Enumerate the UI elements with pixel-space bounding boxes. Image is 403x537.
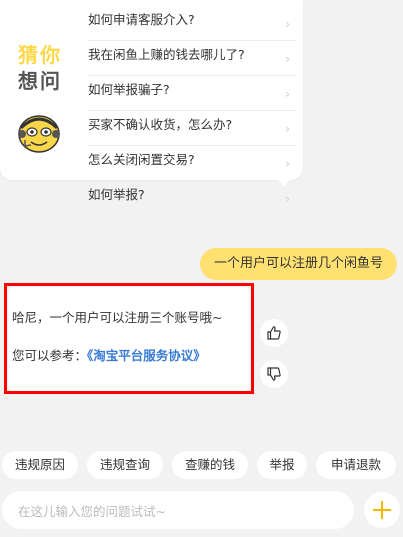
thumbs-down-icon — [267, 367, 281, 381]
faq-question: 买家不确认收货，怎么办? — [88, 117, 233, 132]
chevron-right-icon: › — [285, 17, 290, 31]
chevron-right-icon: › — [285, 87, 290, 101]
faq-question: 怎么关闭闲置交易? — [88, 152, 195, 167]
bubble-tail — [278, 180, 290, 186]
guess-title: 猜你 想问 — [16, 42, 64, 94]
thumbs-down-button[interactable] — [260, 360, 288, 388]
faq-item[interactable]: 买家不确认收货，怎么办? › — [88, 111, 296, 146]
chevron-right-icon: › — [285, 192, 290, 206]
chevron-right-icon: › — [285, 52, 290, 66]
faq-item[interactable]: 怎么关闭闲置交易? › — [88, 146, 296, 181]
faq-card: 猜你 想问 如何申请客服介入? › 我在闲鱼上赚的钱去哪儿了? › 如何举报骗子… — [0, 0, 303, 206]
highlight-box — [4, 283, 254, 394]
mascot-icon — [18, 115, 60, 153]
faq-item[interactable]: 如何举报? › — [88, 181, 296, 215]
chip-violation-reason[interactable]: 违规原因 — [2, 451, 78, 479]
chevron-right-icon: › — [285, 122, 290, 136]
user-message-bubble: 一个用户可以注册几个闲鱼号 — [199, 248, 397, 280]
faq-question: 我在闲鱼上赚的钱去哪儿了? — [88, 47, 245, 62]
faq-item[interactable]: 我在闲鱼上赚的钱去哪儿了? › — [88, 41, 296, 76]
guess-title-line1: 猜你 — [18, 43, 62, 67]
thumbs-up-button[interactable] — [260, 319, 288, 347]
faq-list: 如何申请客服介入? › 我在闲鱼上赚的钱去哪儿了? › 如何举报骗子? › 买家… — [88, 6, 296, 215]
quick-chips: 违规原因 违规查询 查赚的钱 举报 申请退款 — [0, 451, 403, 481]
faq-item[interactable]: 如何申请客服介入? › — [88, 6, 296, 41]
add-button[interactable] — [364, 492, 400, 528]
chip-check-earnings[interactable]: 查赚的钱 — [172, 451, 248, 479]
chip-refund[interactable]: 申请退款 — [316, 451, 396, 479]
faq-question: 如何申请客服介入? — [88, 12, 195, 27]
faq-question: 如何举报骗子? — [88, 82, 170, 97]
thumbs-up-icon — [267, 326, 281, 340]
chip-report[interactable]: 举报 — [257, 451, 307, 479]
question-input[interactable] — [16, 491, 340, 531]
faq-question: 如何举报? — [88, 187, 145, 202]
chip-violation-query[interactable]: 违规查询 — [87, 451, 163, 479]
guess-title-line2: 想问 — [18, 69, 62, 93]
question-input-wrapper — [2, 491, 354, 531]
chevron-right-icon: › — [285, 157, 290, 171]
faq-item[interactable]: 如何举报骗子? › — [88, 76, 296, 111]
